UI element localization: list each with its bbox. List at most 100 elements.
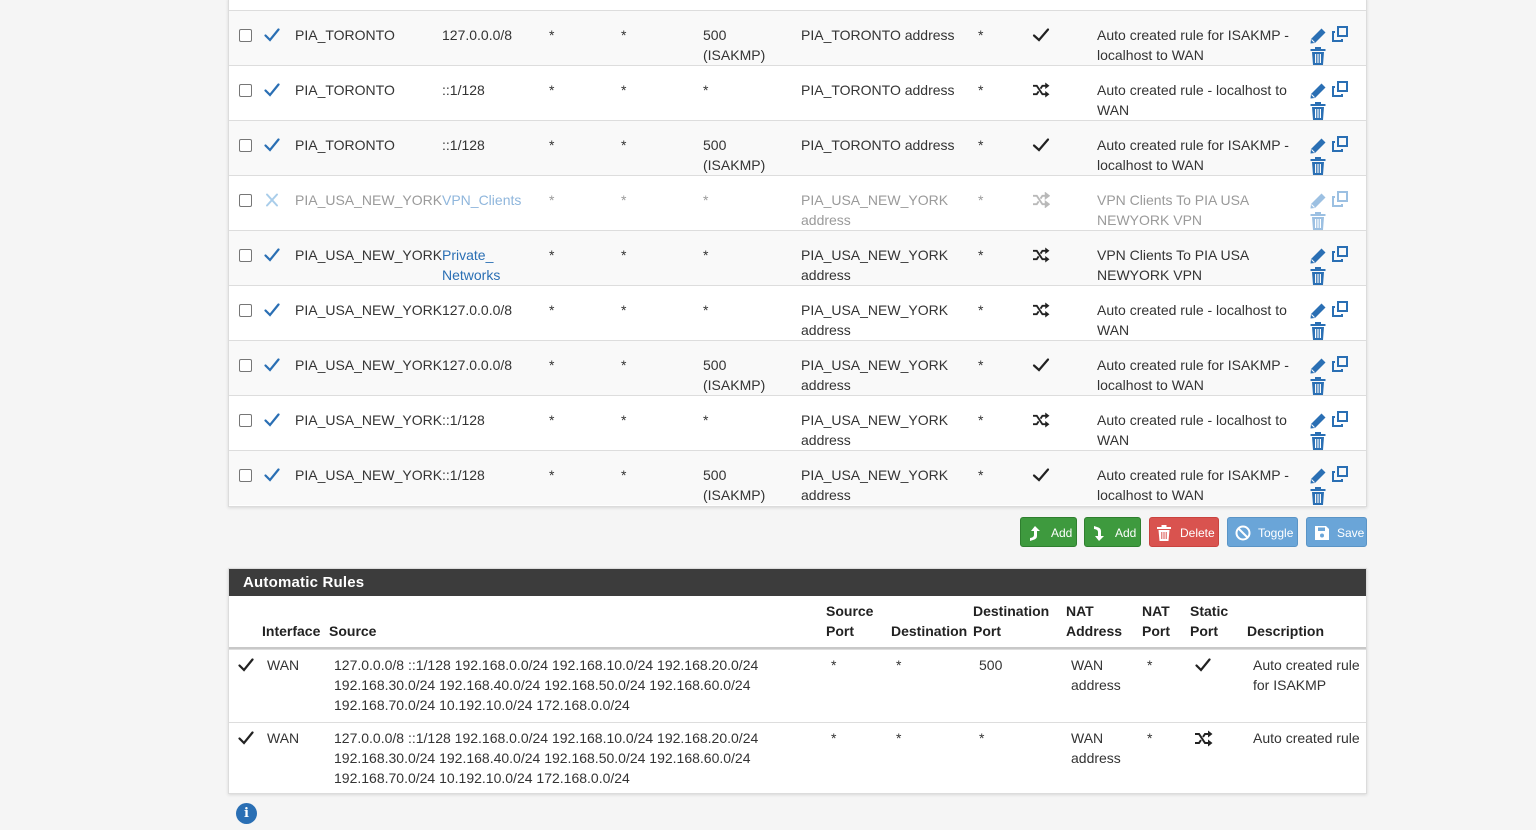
description-cell: VPN Clients To PIA USA NEWYORK VPN [1097, 192, 1249, 228]
auto-nat-port-cell: * [1147, 730, 1153, 746]
add-top-button[interactable]: Add [1020, 517, 1077, 547]
enabled-status-icon[interactable] [264, 413, 280, 427]
automatic-rule-row: WAN 127.0.0.0/8 ::1/128 192.168.0.0/24 1… [229, 722, 1366, 795]
copy-icon[interactable] [1331, 410, 1349, 428]
destination-port-cell: * [703, 412, 709, 428]
auto-source-cell: 127.0.0.0/8 ::1/128 192.168.0.0/24 192.1… [334, 657, 759, 713]
save-button[interactable]: Save [1306, 517, 1367, 547]
check-icon [1195, 658, 1211, 672]
destination-cell: * [621, 192, 627, 208]
row-select-checkbox[interactable] [239, 29, 252, 42]
auto-source-cell: 127.0.0.0/8 ::1/128 192.168.0.0/24 192.1… [334, 730, 759, 786]
nat-port-cell: * [978, 467, 984, 483]
copy-icon[interactable] [1331, 25, 1349, 43]
row-select-checkbox[interactable] [239, 139, 252, 152]
disabled-x-icon[interactable] [264, 193, 280, 207]
nat-address-cell: PIA_USA_NEW_YORK address [801, 467, 949, 503]
edit-pencil-icon[interactable] [1309, 412, 1327, 430]
source-cell: 127.0.0.0/8 [442, 27, 513, 43]
enabled-status-icon[interactable] [264, 83, 280, 97]
edit-pencil-icon[interactable] [1309, 302, 1327, 320]
save-label: Save [1337, 526, 1365, 540]
enabled-status-icon[interactable] [264, 358, 280, 372]
info-icon[interactable]: i [236, 803, 257, 824]
auto-interface-cell: WAN [267, 657, 300, 673]
col-header-destination: Destination [891, 623, 968, 639]
source-cell: ::1/128 [442, 137, 485, 153]
row-select-checkbox[interactable] [239, 359, 252, 372]
toggle-button[interactable]: Toggle [1227, 517, 1298, 547]
trash-icon[interactable] [1310, 432, 1326, 450]
row-select-checkbox[interactable] [239, 194, 252, 207]
ban-icon [1235, 525, 1251, 541]
copy-icon[interactable] [1331, 245, 1349, 263]
description-cell: Auto created rule - localhost to WAN [1097, 302, 1287, 338]
copy-icon[interactable] [1331, 355, 1349, 373]
row-select-checkbox[interactable] [239, 84, 252, 97]
col-header-source: Source [329, 623, 377, 639]
source-cell: ::1/128 [442, 82, 485, 98]
check-icon [1032, 468, 1050, 482]
enabled-status-icon[interactable] [264, 303, 280, 317]
row-select-checkbox[interactable] [239, 249, 252, 262]
row-select-checkbox[interactable] [239, 414, 252, 427]
trash-icon[interactable] [1310, 212, 1326, 230]
nat-address-cell: PIA_USA_NEW_YORK address [801, 357, 949, 393]
edit-pencil-icon[interactable] [1309, 247, 1327, 265]
delete-button[interactable]: Delete [1149, 517, 1219, 547]
nat-address-cell: PIA_USA_NEW_YORK address [801, 192, 949, 228]
trash-icon[interactable] [1310, 102, 1326, 120]
enabled-status-icon[interactable] [264, 248, 280, 262]
check-icon [238, 731, 254, 745]
description-cell: Auto created rule for ISAKMP - localhost… [1097, 357, 1289, 393]
destination-cell: * [621, 412, 627, 428]
row-select-checkbox[interactable] [239, 469, 252, 482]
edit-pencil-icon[interactable] [1309, 467, 1327, 485]
copy-icon[interactable] [1331, 300, 1349, 318]
description-cell: Auto created rule - localhost to WAN [1097, 82, 1287, 118]
trash-icon[interactable] [1310, 377, 1326, 395]
copy-icon[interactable] [1331, 465, 1349, 483]
edit-pencil-icon[interactable] [1309, 82, 1327, 100]
copy-icon[interactable] [1331, 80, 1349, 98]
mapping-row: PIA_TORONTO 127.0.0.0/8 * * 500 (ISAKMP)… [229, 10, 1366, 65]
check-icon [238, 658, 254, 672]
nat-port-cell: * [978, 302, 984, 318]
trash-icon[interactable] [1310, 322, 1326, 340]
source-cell: VPN_Clients [442, 192, 522, 208]
copy-icon[interactable] [1331, 190, 1349, 208]
interface-cell: PIA_USA_NEW_YORK [295, 302, 443, 318]
trash-icon[interactable] [1310, 487, 1326, 505]
col-header-nat-address: NAT Address [1066, 603, 1123, 639]
row-select-checkbox[interactable] [239, 304, 252, 317]
source-cell: ::1/128 [442, 412, 485, 428]
edit-pencil-icon[interactable] [1309, 192, 1327, 210]
interface-cell: PIA_USA_NEW_YORK [295, 412, 443, 428]
nat-port-cell: * [978, 357, 984, 373]
destination-port-cell: * [703, 302, 709, 318]
trash-icon[interactable] [1310, 157, 1326, 175]
edit-pencil-icon[interactable] [1309, 137, 1327, 155]
enabled-status-icon[interactable] [264, 468, 280, 482]
col-header-interface: Interface [262, 623, 321, 639]
add-bottom-button[interactable]: Add [1084, 517, 1141, 547]
interface-cell: PIA_TORONTO [295, 137, 395, 153]
enabled-status-icon[interactable] [264, 28, 280, 42]
edit-pencil-icon[interactable] [1309, 357, 1327, 375]
trash-icon[interactable] [1310, 47, 1326, 65]
edit-pencil-icon[interactable] [1309, 27, 1327, 45]
copy-icon[interactable] [1331, 135, 1349, 153]
automatic-rule-row: WAN 127.0.0.0/8 ::1/128 192.168.0.0/24 1… [229, 649, 1366, 722]
mapping-row: PIA_USA_NEW_YORK Private_ Networks * * *… [229, 230, 1366, 285]
mappings-panel: PIA_TORONTO 127.0.0.0/8 * * 500 (ISAKMP)… [228, 0, 1367, 507]
destination-port-cell: 500 (ISAKMP) [703, 467, 766, 503]
source-port-cell: * [549, 302, 555, 318]
destination-port-cell: * [703, 192, 709, 208]
source-cell: 127.0.0.0/8 [442, 357, 513, 373]
source-port-cell: * [549, 357, 555, 373]
enabled-status-icon[interactable] [264, 138, 280, 152]
auto-destination-port-cell: 500 [979, 657, 1003, 673]
trash-icon[interactable] [1310, 267, 1326, 285]
nat-port-cell: * [978, 137, 984, 153]
col-header-static-port: Static Port [1190, 603, 1229, 639]
